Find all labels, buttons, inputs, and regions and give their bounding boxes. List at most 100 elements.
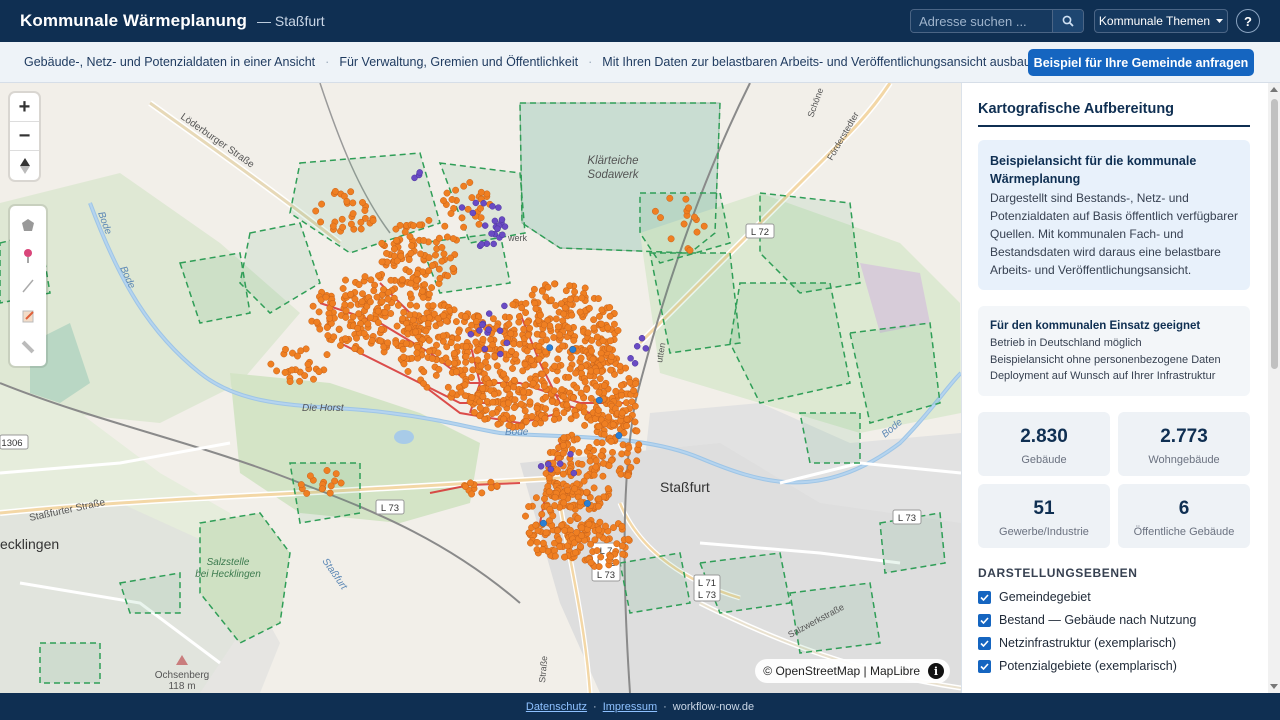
building-residential[interactable] bbox=[693, 228, 701, 236]
building-residential[interactable] bbox=[462, 358, 470, 366]
building-residential[interactable] bbox=[394, 301, 402, 309]
building-residential[interactable] bbox=[490, 390, 498, 398]
building-residential[interactable] bbox=[524, 331, 532, 339]
building-residential[interactable] bbox=[335, 325, 343, 333]
building-residential[interactable] bbox=[539, 539, 547, 547]
building-residential[interactable] bbox=[460, 223, 468, 231]
building-residential[interactable] bbox=[342, 276, 349, 284]
building-residential[interactable] bbox=[515, 313, 523, 320]
building-commercial[interactable] bbox=[481, 345, 489, 353]
building-residential[interactable] bbox=[609, 421, 617, 429]
building-residential[interactable] bbox=[592, 457, 600, 465]
building-residential[interactable] bbox=[522, 512, 529, 520]
building-residential[interactable] bbox=[361, 207, 369, 214]
imprint-link[interactable]: Impressum bbox=[603, 701, 657, 713]
building-residential[interactable] bbox=[517, 400, 525, 408]
building-residential[interactable] bbox=[413, 302, 421, 310]
building-commercial[interactable] bbox=[501, 302, 508, 310]
building-residential[interactable] bbox=[489, 398, 497, 406]
building-residential[interactable] bbox=[428, 355, 436, 362]
building-residential[interactable] bbox=[617, 382, 625, 389]
building-residential[interactable] bbox=[406, 290, 414, 298]
building-residential[interactable] bbox=[599, 459, 607, 467]
building-residential[interactable] bbox=[425, 336, 433, 344]
layer-toggle-netz[interactable]: Netzinfrastruktur (exemplarisch) bbox=[978, 634, 1176, 652]
building-residential[interactable] bbox=[438, 244, 446, 251]
building-residential[interactable] bbox=[468, 393, 476, 401]
building-residential[interactable] bbox=[413, 276, 421, 284]
building-residential[interactable] bbox=[347, 301, 355, 309]
building-residential[interactable] bbox=[374, 319, 382, 327]
building-residential[interactable] bbox=[511, 396, 519, 404]
building-residential[interactable] bbox=[680, 220, 688, 228]
building-residential[interactable] bbox=[329, 222, 337, 230]
building-residential[interactable] bbox=[422, 327, 430, 335]
building-residential[interactable] bbox=[586, 457, 594, 465]
building-residential[interactable] bbox=[551, 280, 558, 288]
building-residential[interactable] bbox=[303, 489, 311, 497]
building-residential[interactable] bbox=[542, 529, 550, 537]
line-tool-icon[interactable] bbox=[20, 278, 36, 294]
building-residential[interactable] bbox=[361, 273, 369, 281]
building-residential[interactable] bbox=[468, 373, 475, 381]
building-residential[interactable] bbox=[399, 345, 407, 353]
building-residential[interactable] bbox=[627, 464, 635, 471]
building-residential[interactable] bbox=[412, 328, 420, 336]
building-residential[interactable] bbox=[592, 382, 600, 390]
building-residential[interactable] bbox=[317, 218, 325, 226]
building-residential[interactable] bbox=[448, 389, 456, 397]
building-residential[interactable] bbox=[462, 353, 470, 360]
building-residential[interactable] bbox=[407, 249, 415, 257]
building-residential[interactable] bbox=[323, 324, 331, 331]
building-residential[interactable] bbox=[570, 336, 578, 344]
building-public[interactable] bbox=[569, 346, 577, 353]
building-residential[interactable] bbox=[281, 369, 289, 376]
building-residential[interactable] bbox=[548, 296, 555, 304]
building-public[interactable] bbox=[539, 519, 547, 527]
building-residential[interactable] bbox=[626, 378, 634, 386]
building-residential[interactable] bbox=[594, 295, 602, 303]
building-residential[interactable] bbox=[510, 404, 518, 412]
edit-tool-icon[interactable] bbox=[20, 308, 36, 324]
building-residential[interactable] bbox=[682, 195, 690, 203]
building-residential[interactable] bbox=[408, 354, 416, 362]
building-residential[interactable] bbox=[425, 347, 433, 355]
building-residential[interactable] bbox=[594, 406, 602, 414]
building-residential[interactable] bbox=[595, 495, 603, 503]
building-residential[interactable] bbox=[457, 388, 465, 396]
building-commercial[interactable] bbox=[469, 209, 477, 217]
building-residential[interactable] bbox=[589, 355, 597, 363]
building-residential[interactable] bbox=[510, 340, 518, 348]
building-residential[interactable] bbox=[577, 364, 585, 372]
building-residential[interactable] bbox=[601, 420, 609, 428]
building-residential[interactable] bbox=[313, 318, 321, 326]
building-residential[interactable] bbox=[533, 330, 541, 338]
building-residential[interactable] bbox=[450, 350, 458, 357]
building-residential[interactable] bbox=[593, 547, 601, 555]
building-residential[interactable] bbox=[404, 368, 412, 375]
building-residential[interactable] bbox=[599, 337, 607, 345]
building-residential[interactable] bbox=[449, 235, 457, 243]
building-residential[interactable] bbox=[572, 411, 580, 419]
building-residential[interactable] bbox=[590, 471, 598, 479]
building-residential[interactable] bbox=[332, 470, 340, 478]
layer-toggle-potenzial[interactable]: Potenzialgebiete (exemplarisch) bbox=[978, 657, 1177, 675]
building-residential[interactable] bbox=[297, 481, 305, 489]
building-residential[interactable] bbox=[523, 319, 531, 326]
building-residential[interactable] bbox=[604, 485, 612, 493]
building-residential[interactable] bbox=[618, 391, 626, 399]
checkbox-checked-icon[interactable] bbox=[978, 613, 991, 627]
building-residential[interactable] bbox=[553, 377, 561, 384]
building-residential[interactable] bbox=[474, 356, 482, 364]
building-residential[interactable] bbox=[400, 360, 408, 368]
building-residential[interactable] bbox=[565, 373, 573, 381]
building-public[interactable] bbox=[595, 396, 603, 404]
building-residential[interactable] bbox=[440, 312, 448, 320]
building-residential[interactable] bbox=[433, 341, 440, 349]
building-residential[interactable] bbox=[400, 353, 407, 361]
building-residential[interactable] bbox=[500, 370, 507, 378]
building-residential[interactable] bbox=[575, 448, 583, 456]
building-residential[interactable] bbox=[483, 352, 491, 360]
checkbox-checked-icon[interactable] bbox=[978, 659, 991, 673]
privacy-link[interactable]: Datenschutz bbox=[526, 701, 587, 713]
